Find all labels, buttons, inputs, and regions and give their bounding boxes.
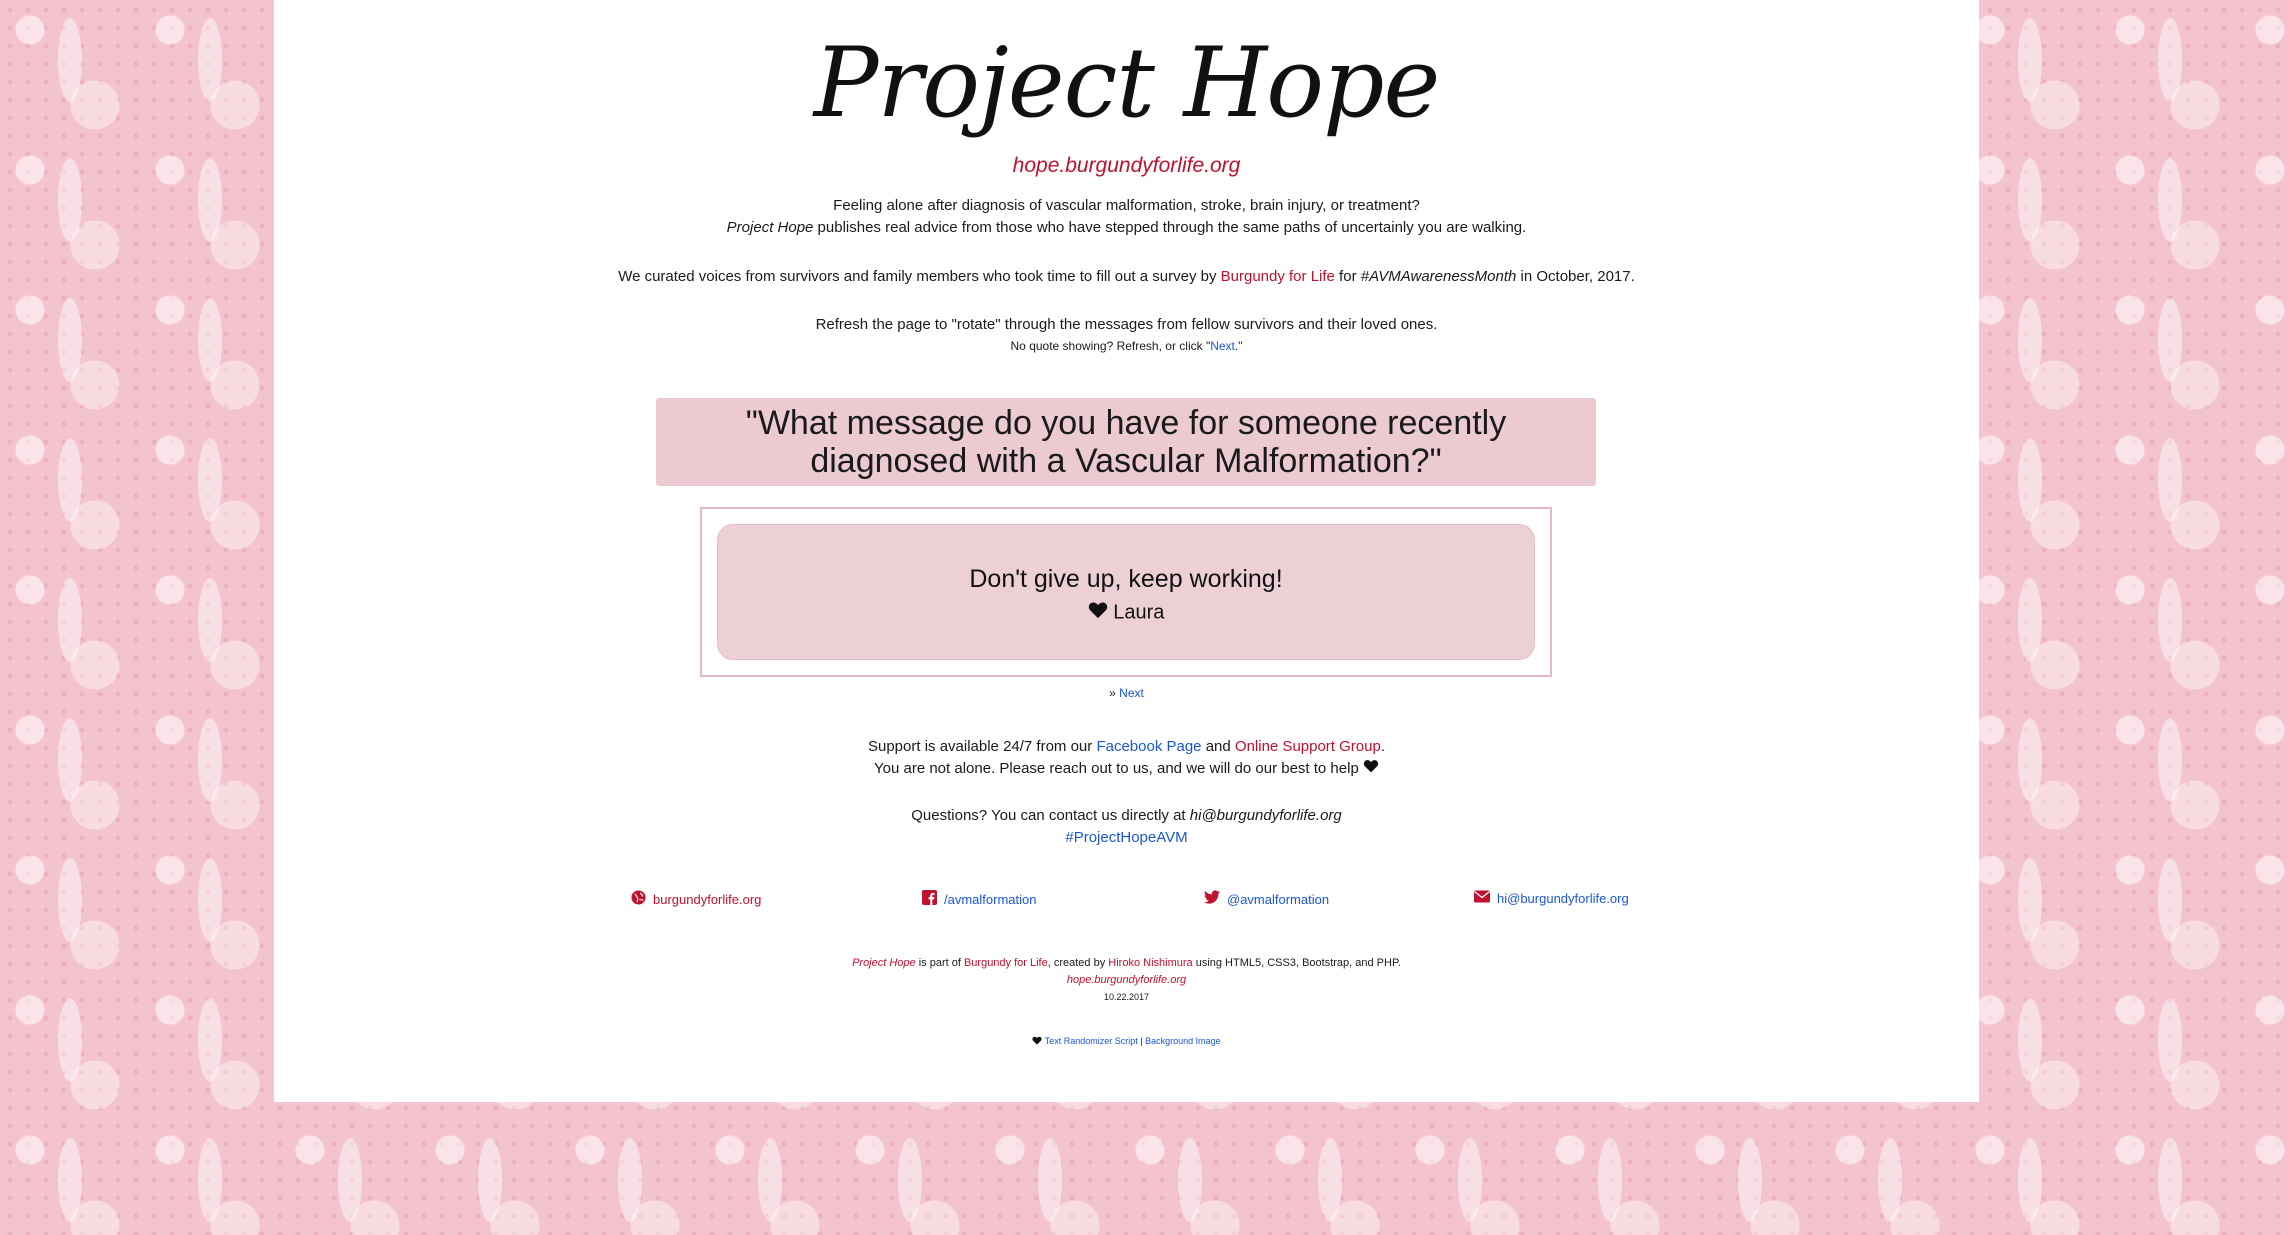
twitter-link[interactable]: @avmalformation bbox=[1204, 890, 1329, 909]
refresh-text: Refresh the page to "rotate" through the… bbox=[815, 316, 1438, 333]
support-line-2-text: You are not alone. Please reach out to u… bbox=[874, 760, 1359, 777]
credits-line: Text Randomizer Script | Background Imag… bbox=[274, 1036, 1979, 1047]
no-quote-note: No quote showing? Refresh, or click "Nex… bbox=[274, 336, 1979, 356]
support-and: and bbox=[1201, 738, 1235, 755]
quote-frame: Don't give up, keep working! Laura bbox=[700, 507, 1552, 677]
footer-date: 10.22.2017 bbox=[1103, 992, 1150, 1002]
support-paragraph: Support is available 24/7 from our Faceb… bbox=[274, 736, 1979, 780]
contact-line: Questions? You can contact us directly a… bbox=[274, 805, 1979, 827]
website-link[interactable]: burgundyforlife.org bbox=[631, 890, 761, 910]
quote-text: Don't give up, keep working! bbox=[969, 565, 1283, 593]
footer-domain: hope.burgundyforlife.org bbox=[1066, 974, 1187, 986]
no-quote-post: ." bbox=[1234, 339, 1243, 353]
twitter-icon bbox=[1204, 890, 1220, 909]
quote-author: Laura bbox=[1113, 601, 1165, 624]
facebook-link[interactable]: /avmalformation bbox=[922, 890, 1036, 910]
heart-icon bbox=[1032, 1036, 1042, 1047]
page-title: Project Hope bbox=[813, 27, 1441, 139]
support-line-2: You are not alone. Please reach out to u… bbox=[274, 758, 1979, 780]
no-quote-pre: No quote showing? Refresh, or click " bbox=[1010, 339, 1211, 353]
social-links-row: burgundyforlife.org /avmalformation @avm… bbox=[274, 890, 1979, 910]
double-chevron-right-icon: » bbox=[1109, 686, 1116, 700]
footer-bfl-link[interactable]: Burgundy for Life bbox=[964, 957, 1048, 969]
globe-icon bbox=[631, 890, 646, 910]
question-line-2: diagnosed with a Vascular Malformation?" bbox=[810, 442, 1442, 480]
site-subdomain: hope.burgundyforlife.org bbox=[1012, 154, 1241, 177]
project-name: Project Hope bbox=[726, 219, 814, 236]
support-end: . bbox=[1380, 738, 1385, 755]
footer-created-by: , created by bbox=[1047, 957, 1109, 969]
footer-tech: using HTML5, CSS3, Bootstrap, and PHP. bbox=[1192, 957, 1401, 969]
question-line-1: "What message do you have for someone re… bbox=[745, 404, 1507, 442]
facebook-page-link[interactable]: Facebook Page bbox=[1096, 738, 1201, 755]
curation-text-mid: for bbox=[1334, 268, 1361, 285]
quote-author-line: Laura bbox=[718, 601, 1534, 625]
hashtag-link[interactable]: #ProjectHopeAVM bbox=[1065, 829, 1187, 846]
support-group-link[interactable]: Online Support Group bbox=[1235, 738, 1381, 755]
footer-credit-line: Project Hope is part of Burgundy for Lif… bbox=[274, 955, 1979, 972]
facebook-link-label: /avmalformation bbox=[944, 892, 1037, 907]
facebook-icon bbox=[922, 890, 937, 910]
curation-paragraph: We curated voices from survivors and fam… bbox=[274, 266, 1979, 288]
intro-line-2: Project Hope publishes real advice from … bbox=[274, 217, 1979, 239]
heart-icon bbox=[1363, 758, 1379, 780]
question-banner: "What message do you have for someone re… bbox=[656, 398, 1596, 486]
next-inline-link[interactable]: Next bbox=[1210, 339, 1235, 353]
twitter-link-label: @avmalformation bbox=[1227, 891, 1330, 907]
credits-separator: | bbox=[1137, 1036, 1146, 1046]
contact-email: hi@burgundyforlife.org bbox=[1189, 807, 1342, 824]
website-link-label: burgundyforlife.org bbox=[653, 892, 762, 907]
next-quote-link[interactable]: Next bbox=[1119, 686, 1144, 700]
intro-line-1: Feeling alone after diagnosis of vascula… bbox=[833, 197, 1420, 214]
content-panel: Project Hope hope.burgundyforlife.org Fe… bbox=[274, 0, 1979, 1102]
randomizer-script-link[interactable]: Text Randomizer Script bbox=[1045, 1036, 1138, 1046]
refresh-paragraph: Refresh the page to "rotate" through the… bbox=[274, 314, 1979, 356]
contact-paragraph: Questions? You can contact us directly a… bbox=[274, 805, 1979, 849]
heart-icon bbox=[1088, 601, 1108, 625]
intro-line-2-text: publishes real advice from those who hav… bbox=[813, 219, 1527, 236]
support-pre: Support is available 24/7 from our bbox=[867, 738, 1097, 755]
email-link-label: hi@burgundyforlife.org bbox=[1497, 891, 1629, 906]
quote-card: Don't give up, keep working! Laura bbox=[717, 524, 1535, 660]
curation-text-pre: We curated voices from survivors and fam… bbox=[618, 268, 1221, 285]
footer: Project Hope is part of Burgundy for Lif… bbox=[274, 955, 1979, 1006]
next-control: » Next bbox=[274, 686, 1979, 700]
footer-author-link[interactable]: Hiroko Nishimura bbox=[1108, 957, 1192, 969]
intro-paragraph: Feeling alone after diagnosis of vascula… bbox=[274, 195, 1979, 239]
background-image-link[interactable]: Background Image bbox=[1145, 1036, 1221, 1046]
awareness-hashtag: #AVMAwarenessMonth bbox=[1360, 268, 1517, 285]
contact-pre: Questions? You can contact us directly a… bbox=[911, 807, 1190, 824]
curation-text-post: in October, 2017. bbox=[1516, 268, 1635, 285]
footer-part-of: is part of bbox=[915, 957, 964, 969]
support-line-1: Support is available 24/7 from our Faceb… bbox=[274, 736, 1979, 758]
footer-project-name: Project Hope bbox=[852, 957, 916, 969]
email-link[interactable]: hi@burgundyforlife.org bbox=[1474, 890, 1629, 908]
burgundy-for-life-link[interactable]: Burgundy for Life bbox=[1221, 268, 1335, 285]
envelope-icon bbox=[1474, 890, 1490, 908]
